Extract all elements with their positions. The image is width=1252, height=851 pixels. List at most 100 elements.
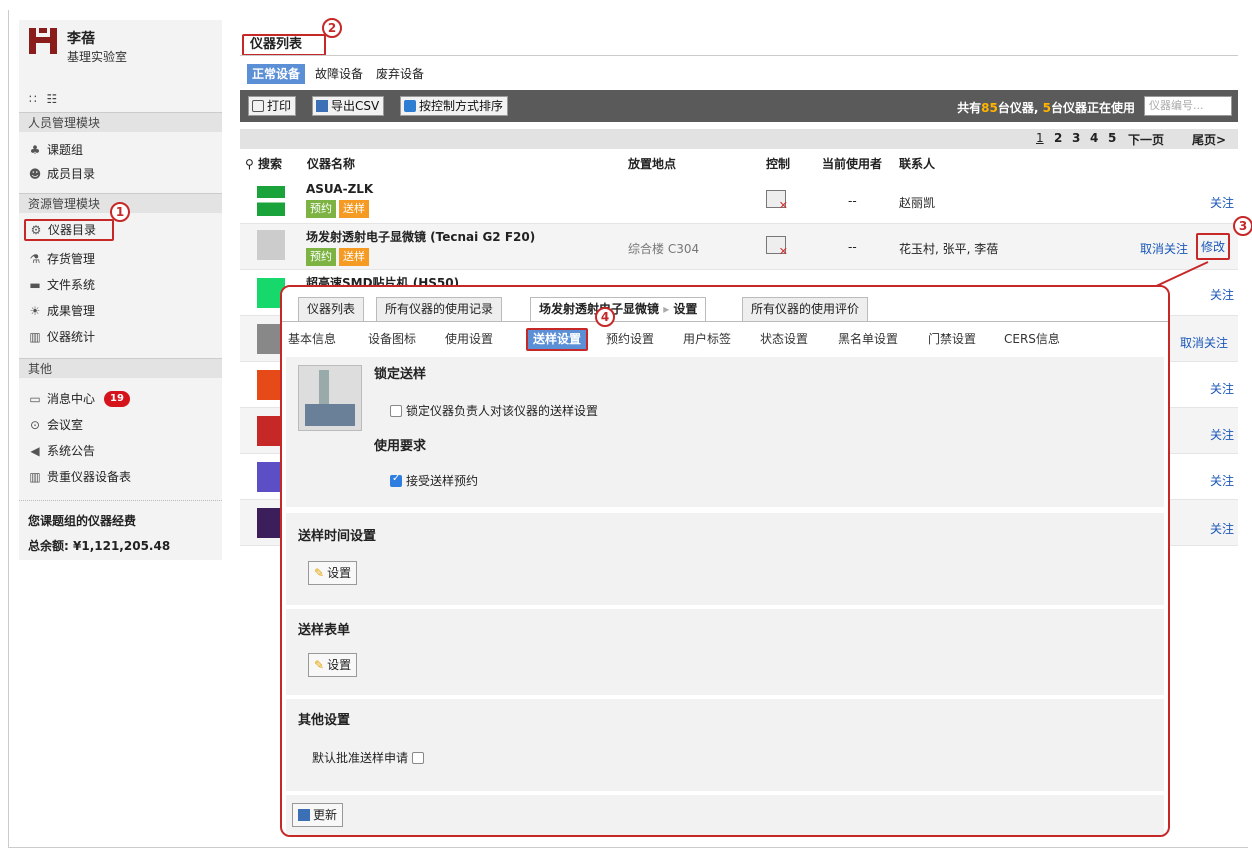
message-count-badge: 19: [104, 391, 130, 407]
last-page-link[interactable]: 尾页>: [1192, 131, 1226, 148]
tab-normal-devices[interactable]: 正常设备: [247, 64, 306, 84]
page-3[interactable]: 3: [1072, 131, 1080, 145]
pencil-icon: ✎: [314, 658, 325, 672]
sidebar-item-files[interactable]: ▬ 文件系统: [28, 274, 95, 296]
folder-icon: ▬: [29, 278, 41, 292]
tab-instrument-settings[interactable]: 场发射透射电子显微镜 ▸ 设置: [530, 297, 707, 322]
sidebar-item-instruments[interactable]: ⚙ 仪器目录: [24, 219, 114, 241]
toolbar: 打印 导出CSV 按控制方式排序 共有85台仪器, 5台仪器正在使用 仪器编号.…: [240, 90, 1238, 122]
auto-approve-option[interactable]: 默认批准送样申请: [312, 749, 428, 766]
settings-callout: 仪器列表 所有仪器的使用记录 场发射透射电子显微镜 ▸ 设置 所有仪器的使用评价…: [280, 285, 1170, 837]
tab-usage-records[interactable]: 所有仪器的使用记录: [376, 297, 503, 321]
page-4[interactable]: 4: [1090, 131, 1098, 145]
lock-sample-option[interactable]: 锁定仪器负责人对该仪器的送样设置: [390, 402, 598, 419]
subtab-user-tags[interactable]: 用户标签: [683, 330, 731, 350]
sort-by-control-button[interactable]: 按控制方式排序: [400, 96, 509, 116]
export-csv-button[interactable]: 导出CSV: [312, 96, 385, 116]
save-icon: [316, 100, 328, 112]
megaphone-icon: ◀: [30, 444, 40, 458]
accept-sample-option[interactable]: 接受送样预约: [390, 472, 478, 489]
other-settings-panel: 其他设置 默认批准送样申请: [286, 699, 1164, 791]
subtab-basic-info[interactable]: 基本信息: [288, 330, 336, 350]
contact: 花玉村, 张平, 李蓓: [899, 242, 999, 256]
control-column-header: 控制: [766, 157, 791, 171]
sidebar-item-inventory[interactable]: ⚗ 存货管理: [28, 248, 95, 270]
sidebar-item-meeting-room[interactable]: ⊙ 会议室: [28, 414, 83, 436]
name-column-header: 仪器名称: [307, 157, 356, 171]
print-button[interactable]: 打印: [248, 96, 297, 116]
instrument-photo: [257, 230, 285, 260]
save-icon: [298, 809, 310, 821]
meeting-icon: ⊙: [29, 418, 41, 432]
sample-form-set-button[interactable]: ✎ 设置: [308, 653, 358, 677]
subtab-usage-settings[interactable]: 使用设置: [445, 330, 493, 350]
usage-requirement-title: 使用要求: [374, 439, 427, 454]
subtab-status-settings[interactable]: 状态设置: [760, 330, 808, 350]
tab-faulty-devices[interactable]: 故障设备: [310, 64, 368, 84]
sidebar-item-messages[interactable]: ▭ 消息中心 19: [28, 388, 130, 410]
members-icon: ☻: [28, 167, 42, 181]
follow-link[interactable]: 关注: [1210, 380, 1234, 397]
follow-link[interactable]: 关注: [1210, 426, 1234, 443]
funds-value: ¥1,121,205.48: [73, 539, 171, 553]
lab-logo: [29, 28, 57, 54]
other-settings-title: 其他设置: [298, 713, 351, 728]
instrument-name[interactable]: ASUA-ZLK: [306, 182, 373, 196]
search-column-header[interactable]: ⚲ 搜索: [245, 155, 282, 172]
accept-sample-checkbox[interactable]: [390, 473, 402, 487]
user-name[interactable]: 李蓓: [67, 28, 95, 48]
annotation-3: 3: [1233, 216, 1252, 236]
award-icon: ☀: [29, 304, 41, 318]
pagination: 1 2 3 4 5 下一页 尾页>: [240, 129, 1238, 149]
pencil-icon: ✎: [314, 566, 325, 580]
section-other: 其他: [19, 358, 222, 378]
tree-icon: ♣: [29, 143, 41, 157]
lab-name[interactable]: 基理实验室: [67, 48, 127, 65]
sample-form-panel: 送样表单 ✎ 设置: [286, 609, 1164, 695]
sidebar-item-achievements[interactable]: ☀ 成果管理: [28, 300, 95, 322]
tab-discarded-devices[interactable]: 废弃设备: [371, 64, 429, 84]
page-5[interactable]: 5: [1108, 131, 1116, 145]
sidebar-item-groups[interactable]: ♣ 课题组: [28, 139, 83, 161]
lock-sample-checkbox[interactable]: [390, 405, 402, 417]
page-2[interactable]: 2: [1054, 131, 1062, 145]
follow-link[interactable]: 关注: [1210, 520, 1234, 537]
sidebar-item-announcements[interactable]: ◀ 系统公告: [28, 440, 95, 462]
subtab-sample-settings[interactable]: 送样设置: [526, 328, 589, 351]
view-toggle-icons[interactable]: ∷ ☷: [29, 92, 60, 106]
subtab-device-icon[interactable]: 设备图标: [368, 330, 416, 350]
subtab-booking-settings[interactable]: 预约设置: [606, 330, 654, 350]
annotation-2: 2: [322, 18, 342, 38]
follow-link[interactable]: 关注: [1210, 194, 1234, 211]
bar-chart-icon: ▥: [29, 330, 41, 344]
contact: 赵丽凯: [899, 196, 936, 210]
subtab-cers-info[interactable]: CERS信息: [1004, 330, 1060, 350]
gear-icon: ⚙: [30, 223, 42, 237]
subtab-access-control[interactable]: 门禁设置: [928, 330, 976, 350]
next-page-link[interactable]: 下一页: [1128, 131, 1164, 148]
control-offline-icon: [766, 190, 788, 212]
flask-icon: ⚗: [29, 252, 41, 266]
follow-link[interactable]: 关注: [1210, 472, 1234, 489]
instrument-number-search[interactable]: 仪器编号...: [1144, 96, 1232, 116]
tab-instrument-list[interactable]: 仪器列表: [298, 297, 365, 321]
instrument-tags: 预约 送样: [306, 248, 372, 266]
message-icon: ▭: [29, 392, 41, 406]
annotation-4: 4: [595, 307, 615, 327]
sidebar-item-statistics[interactable]: ▥ 仪器统计: [28, 326, 95, 348]
unfollow-link[interactable]: 取消关注: [1180, 334, 1228, 351]
sidebar: 李蓓 基理实验室 ∷ ☷ 人员管理模块 ♣ 课题组 ☻ 成员目录 资源管理模块 ⚙ 仪…: [19, 20, 222, 560]
instrument-name[interactable]: 场发射透射电子显微镜 (Tecnai G2 F20): [306, 228, 535, 245]
sidebar-item-equipment-table[interactable]: ▥ 贵重仪器设备表: [28, 466, 131, 488]
tab-instrument-list[interactable]: 仪器列表: [242, 34, 326, 56]
auto-approve-checkbox[interactable]: [411, 752, 424, 764]
subtab-blacklist-settings[interactable]: 黑名单设置: [838, 330, 898, 350]
tab-usage-reviews[interactable]: 所有仪器的使用评价: [742, 297, 869, 321]
sample-lock-panel: 锁定送样 锁定仪器负责人对该仪器的送样设置 使用要求 接受送样预约: [286, 357, 1164, 507]
update-button[interactable]: 更新: [292, 803, 344, 827]
lock-sample-title: 锁定送样: [374, 367, 427, 382]
page-1[interactable]: 1: [1036, 131, 1044, 145]
sample-time-set-button[interactable]: ✎ 设置: [308, 561, 358, 585]
instrument-tags: 预约 送样: [306, 200, 372, 218]
sidebar-item-members[interactable]: ☻ 成员目录: [28, 163, 95, 185]
